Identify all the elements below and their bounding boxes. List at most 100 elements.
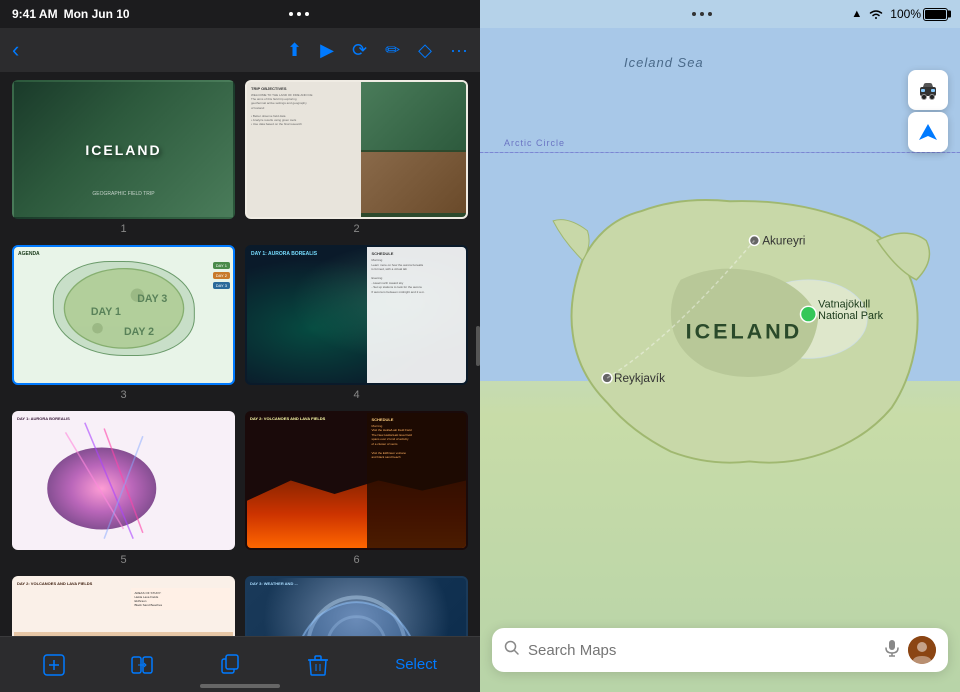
status-bar-left: 9:41 AM Mon Jun 10 — [0, 0, 480, 28]
home-indicator — [200, 684, 280, 688]
slide-number-3: 3 — [12, 389, 235, 401]
slide-3-day3: DAY 3 — [213, 282, 230, 289]
map-dot-2 — [700, 12, 704, 16]
car-icon — [917, 79, 939, 101]
battery-fill — [925, 10, 946, 19]
status-center-dots — [289, 12, 309, 16]
slide-number-6: 6 — [245, 554, 468, 566]
history-icon[interactable]: ⟳ — [352, 40, 367, 61]
map-status-dots — [692, 12, 712, 16]
slide-item-5[interactable]: DAY 1: AURORA BOREALIS 5 — [12, 411, 235, 566]
keynote-toolbar: ‹ ⬆ ▶ ⟳ ✏ ◇ ··· — [0, 28, 480, 72]
transition-button[interactable] — [131, 654, 153, 676]
location-arrow-icon — [917, 121, 939, 143]
slide-7-text: AREAS OF STUDY:Hekla Lava FieldsEldhraun… — [131, 588, 230, 610]
shape-icon[interactable]: ◇ — [418, 40, 432, 61]
slide-list: ICELAND GEOGRAPHIC FIELD TRIP 1 TRIP OBJ… — [0, 72, 480, 636]
iceland-sea-label: Iceland Sea — [624, 55, 704, 70]
slide-4-title: DAY 1: AURORA BOREALIS — [251, 251, 317, 257]
dot-2 — [297, 12, 301, 16]
add-slide-button[interactable] — [43, 654, 65, 676]
slide-2-img-top — [361, 82, 467, 150]
slide-1-subtitle: GEOGRAPHIC FIELD TRIP — [92, 191, 154, 197]
slide-6-title: DAY 2: VOLCANOES AND LAVA FIELDS — [250, 416, 325, 421]
slide-thumb-4[interactable]: DAY 1: AURORA BOREALIS SCHEDULE Morning … — [245, 245, 468, 384]
dot-3 — [305, 12, 309, 16]
map-dot-3 — [708, 12, 712, 16]
play-icon[interactable]: ▶ — [320, 40, 334, 61]
battery-percent: 100% — [890, 7, 921, 21]
battery-tip — [948, 11, 951, 18]
slide-thumb-8[interactable]: DAY 3: WEATHER AND ... — [245, 576, 468, 636]
slide-thumb-7[interactable]: DAY 2: VOLCANOES AND LAVA FIELDS AREAS O… — [12, 576, 235, 636]
maps-search-input[interactable] — [528, 642, 876, 659]
share-icon[interactable]: ⬆ — [287, 40, 302, 61]
slide-3-title: AGENDA — [18, 251, 40, 257]
slide-item-6[interactable]: DAY 2: VOLCANOES AND LAVA FIELDS SCHEDUL… — [245, 411, 468, 566]
location-button[interactable] — [908, 112, 948, 152]
select-button[interactable]: Select — [395, 656, 437, 673]
svg-text:National Park: National Park — [818, 310, 883, 322]
slide-number-1: 1 — [12, 223, 235, 235]
svg-text:Akureyri: Akureyri — [762, 234, 805, 247]
slide-7-title: DAY 2: VOLCANOES AND LAVA FIELDS — [17, 581, 92, 586]
svg-text:ICELAND: ICELAND — [686, 319, 803, 344]
slide-2-left-text: WELCOME TO THE LAND OF FIRE AND ICE The … — [251, 93, 357, 127]
pen-icon[interactable]: ✏ — [385, 40, 400, 61]
slide-6-schedule: SCHEDULE Morning Visit the Hekla/Laki Fi… — [367, 413, 466, 548]
slide-2-left-title: TRIP OBJECTIVES — [251, 86, 357, 91]
slide-2-img-bottom — [361, 152, 467, 213]
slide-3-map-shape: DAY 1 DAY 2 DAY 3 — [52, 261, 194, 356]
map-dot-1 — [692, 12, 696, 16]
toolbar-center: ⬆ ▶ ⟳ ✏ ◇ ··· — [287, 40, 468, 61]
slide-number-5: 5 — [12, 554, 235, 566]
slide-item-7[interactable]: DAY 2: VOLCANOES AND LAVA FIELDS AREAS O… — [12, 576, 235, 636]
back-button[interactable]: ‹ — [12, 37, 19, 63]
slide-thumb-3[interactable]: AGENDA DAY 1 DAY 2 DAY 3 DAY 1 DAY 2 — [12, 245, 235, 384]
search-icon — [504, 640, 520, 661]
svg-text:Vatnajökull: Vatnajökull — [818, 298, 870, 310]
signal-icon: ▲ — [851, 8, 862, 20]
map-controls — [908, 70, 948, 152]
copy-slide-button[interactable] — [219, 654, 241, 676]
slide-2-left: TRIP OBJECTIVES WELCOME TO THE LAND OF F… — [247, 82, 361, 217]
maps-panel: Arctic Circle Iceland Sea ICELAND Vatnaj… — [480, 0, 960, 692]
slide-thumb-1[interactable]: ICELAND GEOGRAPHIC FIELD TRIP — [12, 80, 235, 219]
slide-number-2: 2 — [245, 223, 468, 235]
slide-4-schedule: SCHEDULE Morning Learn more on how the a… — [367, 247, 466, 382]
iceland-svg-map: ICELAND Vatnajökull National Park Reykja… — [504, 104, 936, 554]
wifi-icon — [868, 8, 884, 20]
slide-thumb-5[interactable]: DAY 1: AURORA BOREALIS — [12, 411, 235, 550]
svg-text:DAY 1: DAY 1 — [90, 306, 120, 318]
dot-1 — [289, 12, 293, 16]
user-avatar[interactable] — [908, 636, 936, 664]
map-status-right: ▲ 100% — [851, 7, 948, 21]
toolbar-left: ‹ — [12, 37, 19, 63]
keynote-panel: 9:41 AM Mon Jun 10 ‹ ⬆ ▶ ⟳ ✏ ◇ ··· — [0, 0, 480, 692]
svg-text:DAY 2: DAY 2 — [123, 326, 153, 338]
slide-thumb-6[interactable]: DAY 2: VOLCANOES AND LAVA FIELDS SCHEDUL… — [245, 411, 468, 550]
status-time: 9:41 AM — [12, 7, 58, 21]
slide-item-3[interactable]: AGENDA DAY 1 DAY 2 DAY 3 DAY 1 DAY 2 — [12, 245, 235, 400]
slide-3-day2: DAY 2 — [213, 272, 230, 279]
map-status-bar: ▲ 100% — [480, 0, 960, 28]
drive-mode-button[interactable] — [908, 70, 948, 110]
slide-item-1[interactable]: ICELAND GEOGRAPHIC FIELD TRIP 1 — [12, 80, 235, 235]
battery-icon — [923, 8, 948, 21]
slide-1-title: ICELAND — [85, 142, 161, 158]
slide-3-day1: DAY 1 — [213, 262, 230, 269]
delete-slide-button[interactable] — [307, 654, 329, 676]
svg-text:Reykjavík: Reykjavík — [614, 372, 665, 385]
slide-thumb-2[interactable]: TRIP OBJECTIVES WELCOME TO THE LAND OF F… — [245, 80, 468, 219]
slide-7-terrain — [14, 632, 233, 636]
slide-number-4: 4 — [245, 389, 468, 401]
slide-item-8[interactable]: DAY 3: WEATHER AND ... 8 — [245, 576, 468, 636]
map-search-bar[interactable] — [492, 628, 948, 672]
more-icon[interactable]: ··· — [450, 40, 468, 61]
status-date: Mon Jun 10 — [64, 7, 130, 21]
slide-item-4[interactable]: DAY 1: AURORA BOREALIS SCHEDULE Morning … — [245, 245, 468, 400]
battery-indicator: 100% — [890, 7, 948, 21]
svg-text:DAY 3: DAY 3 — [137, 293, 167, 305]
slide-item-2[interactable]: TRIP OBJECTIVES WELCOME TO THE LAND OF F… — [245, 80, 468, 235]
microphone-icon[interactable] — [884, 639, 900, 662]
